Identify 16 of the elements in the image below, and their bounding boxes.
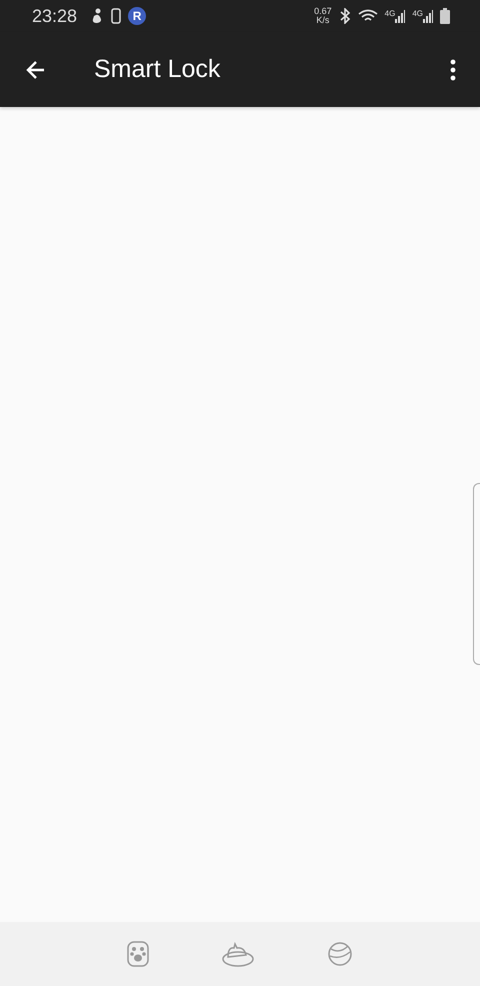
- phone-icon: [111, 8, 122, 24]
- net-speed: 0.67 K/s: [314, 7, 332, 25]
- network-type: 4G: [384, 9, 396, 18]
- more-options-icon[interactable]: [450, 58, 456, 80]
- signal-icon: [395, 9, 406, 23]
- network-type: 4G: [412, 9, 423, 18]
- status-time: 23:28: [32, 6, 78, 26]
- paw-icon[interactable]: [126, 940, 150, 968]
- edge-panel-handle[interactable]: [473, 483, 480, 665]
- bluetooth-icon: [338, 8, 351, 24]
- yarn-ball-icon[interactable]: [326, 940, 354, 968]
- battery-icon: [440, 8, 450, 24]
- wifi-icon: [358, 9, 378, 23]
- app-badge-icon: R: [128, 7, 146, 25]
- screen-title: Smart Lock: [94, 55, 220, 84]
- signal-icon: [423, 9, 433, 23]
